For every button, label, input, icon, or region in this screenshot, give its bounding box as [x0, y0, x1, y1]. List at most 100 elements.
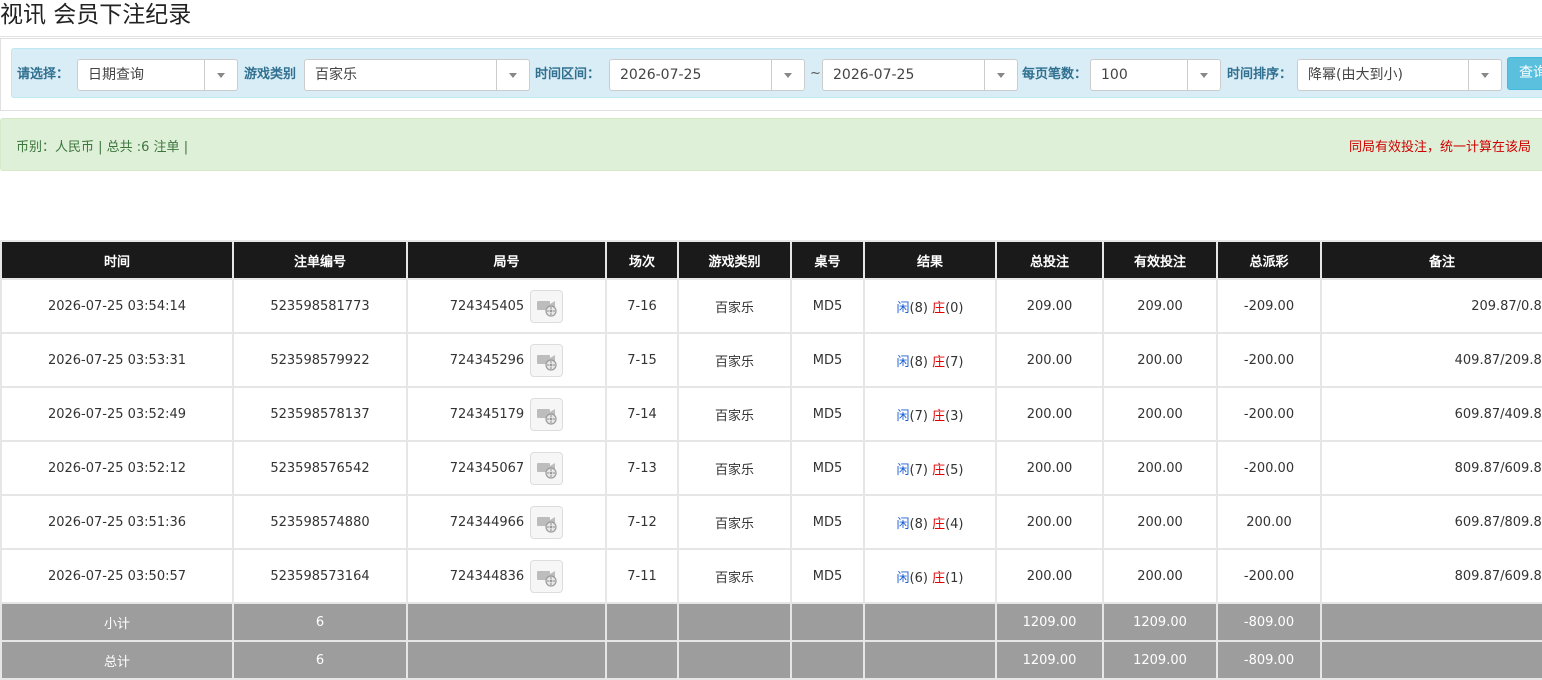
cell-session: 7-15	[605, 332, 679, 388]
result-player-score: (8)	[909, 516, 928, 532]
result-player-label: 闲	[896, 300, 910, 316]
cell-table-no: MD5	[790, 386, 865, 442]
cell-payout: -200.00	[1216, 386, 1322, 442]
chevron-down-icon[interactable]	[771, 60, 804, 90]
cell-note: 809.87/609.87	[1320, 548, 1542, 604]
chevron-down-icon[interactable]	[1468, 60, 1501, 90]
cell-total-bet: 200.00	[995, 548, 1104, 604]
round-number: 724345405	[449, 298, 525, 314]
result-banker-label: 庄	[932, 516, 946, 532]
cell-time: 2026-07-25 03:53:31	[0, 332, 234, 388]
subtotal-row: 小计 6 1209.00 1209.00 -809.00	[0, 602, 1542, 642]
cell-payout: -209.00	[1216, 278, 1322, 334]
page-size-select[interactable]: 100	[1090, 59, 1221, 91]
cell-result: 闲(8) 庄(0)	[863, 278, 997, 334]
cell-session: 7-16	[605, 278, 679, 334]
title-divider	[0, 36, 1542, 37]
header-bet-id: 注单编号	[232, 240, 408, 280]
cell-game: 百家乐	[677, 494, 792, 550]
total-count: 6	[232, 640, 408, 680]
total-total-bet: 1209.00	[995, 640, 1104, 680]
query-button[interactable]: 查询	[1507, 57, 1542, 90]
result-player-label: 闲	[896, 354, 910, 370]
chevron-down-icon[interactable]	[204, 60, 237, 90]
cell-valid-bet: 200.00	[1102, 332, 1218, 388]
video-replay-icon[interactable]	[530, 505, 564, 539]
info-alert	[0, 118, 1542, 171]
video-replay-icon[interactable]	[530, 289, 564, 323]
chevron-down-icon[interactable]	[496, 60, 529, 90]
subtotal-count: 6	[232, 602, 408, 642]
cell-result: 闲(6) 庄(1)	[863, 548, 997, 604]
sort-order-value: 降幂(由大到小)	[1308, 67, 1403, 83]
date-from-value: 2026-07-25	[620, 67, 702, 83]
cell-session: 7-13	[605, 440, 679, 496]
result-banker-score: (0)	[945, 300, 964, 316]
summary-text: 币别：人民币 | 总共 :6 注单 |	[16, 140, 189, 155]
cell-round: 724345067	[406, 440, 607, 496]
video-replay-icon[interactable]	[530, 451, 564, 485]
cell-round: 724344966	[406, 494, 607, 550]
video-replay-icon[interactable]	[530, 343, 564, 377]
cell-total-bet: 200.00	[995, 386, 1104, 442]
result-player-label: 闲	[896, 408, 910, 424]
cell-time: 2026-07-25 03:54:14	[0, 278, 234, 334]
cell-total-bet: 200.00	[995, 440, 1104, 496]
chevron-down-icon[interactable]	[984, 60, 1017, 90]
cell-round: 724345405	[406, 278, 607, 334]
result-player-label: 闲	[896, 516, 910, 532]
cell-note: 209.87/0.87	[1320, 278, 1542, 334]
cell-valid-bet: 200.00	[1102, 494, 1218, 550]
header-time: 时间	[0, 240, 234, 280]
cell-table-no: MD5	[790, 440, 865, 496]
round-number: 724344836	[449, 568, 525, 584]
round-number: 724345067	[449, 460, 525, 476]
header-result: 结果	[863, 240, 997, 280]
subtotal-payout: -809.00	[1216, 602, 1322, 642]
video-replay-icon[interactable]	[530, 397, 564, 431]
header-game-type: 游戏类别	[677, 240, 792, 280]
cell-table-no: MD5	[790, 332, 865, 388]
game-type-select[interactable]: 百家乐	[304, 59, 530, 91]
subtotal-label: 小计	[0, 602, 234, 642]
cell-time: 2026-07-25 03:50:57	[0, 548, 234, 604]
video-replay-icon[interactable]	[530, 559, 564, 593]
cell-bet-id: 523598579922	[232, 332, 408, 388]
query-type-select[interactable]: 日期查询	[77, 59, 238, 91]
result-player-score: (6)	[909, 570, 928, 586]
date-to-select[interactable]: 2026-07-25	[822, 59, 1018, 91]
sort-order-select[interactable]: 降幂(由大到小)	[1297, 59, 1502, 91]
page-title: 视讯 会员下注纪录	[0, 2, 192, 28]
table-row: 2026-07-25 03:51:36 523598574880 724344966…	[0, 494, 1542, 550]
result-player-score: (7)	[909, 408, 928, 424]
cell-result: 闲(7) 庄(5)	[863, 440, 997, 496]
chevron-down-icon[interactable]	[1187, 60, 1220, 90]
result-player-label: 闲	[896, 570, 910, 586]
header-note: 备注	[1320, 240, 1542, 280]
date-range-separator: ~	[810, 66, 821, 81]
cell-bet-id: 523598576542	[232, 440, 408, 496]
cell-payout: -200.00	[1216, 332, 1322, 388]
result-player-label: 闲	[896, 462, 910, 478]
time-range-label: 时间区间：	[535, 67, 601, 82]
cell-total-bet: 209.00	[995, 278, 1104, 334]
result-banker-score: (7)	[945, 354, 964, 370]
cell-game: 百家乐	[677, 386, 792, 442]
cell-result: 闲(8) 庄(4)	[863, 494, 997, 550]
result-player-score: (8)	[909, 300, 928, 316]
cell-payout: 200.00	[1216, 494, 1322, 550]
header-payout: 总派彩	[1216, 240, 1322, 280]
date-from-select[interactable]: 2026-07-25	[609, 59, 805, 91]
cell-bet-id: 523598578137	[232, 386, 408, 442]
cell-table-no: MD5	[790, 548, 865, 604]
page-size-label: 每页笔数：	[1022, 67, 1088, 82]
cell-session: 7-11	[605, 548, 679, 604]
result-banker-score: (5)	[945, 462, 964, 478]
cell-game: 百家乐	[677, 548, 792, 604]
total-label: 总计	[0, 640, 234, 680]
cell-total-bet: 200.00	[995, 494, 1104, 550]
table-row: 2026-07-25 03:53:31 523598579922 724345296…	[0, 332, 1542, 388]
cell-note: 609.87/809.87	[1320, 494, 1542, 550]
result-banker-score: (1)	[945, 570, 964, 586]
cell-table-no: MD5	[790, 494, 865, 550]
